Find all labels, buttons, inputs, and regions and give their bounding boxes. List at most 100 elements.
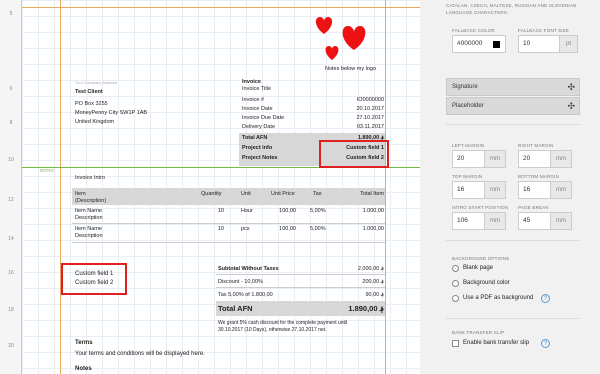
item-qty: 10 [217, 226, 224, 232]
help-icon[interactable]: ? [541, 294, 550, 303]
cash-discount-note: We grant 5% cash discount for the comple… [218, 320, 348, 326]
divider [446, 318, 580, 319]
invoice-canvas[interactable]: Notes below my logo Your Company Address… [22, 0, 420, 374]
col-tax: Tax [313, 191, 322, 197]
row-divider [72, 223, 385, 224]
project-info-label: Project info [242, 145, 273, 151]
radio-pdf-background[interactable] [452, 295, 459, 302]
meta-label: Delivery Date [242, 124, 276, 130]
items-header-row [72, 188, 385, 205]
client-address-line: United Kingdom [75, 119, 115, 125]
ruler-number: 5 [9, 11, 13, 17]
tax-label: Tax 5,00% of 1.800,00 [218, 292, 273, 298]
language-chars-note: CATALAN, CZECH, MALTESE, RUSSIAN AND SLO… [446, 3, 577, 8]
terms-text: Your terms and conditions will be displa… [75, 351, 205, 357]
client-address-line: PO Box 3255 [75, 101, 108, 107]
fallback-size-input[interactable]: 10 [518, 35, 560, 53]
placeholder-block[interactable]: Placeholder ✣ [446, 97, 580, 115]
discount-label: Discount - 10,00% [218, 279, 263, 285]
total-label: Total AFN [242, 135, 268, 141]
terms-title: Terms [75, 340, 93, 346]
item-name: Item Name [75, 208, 102, 214]
logo-notes: Notes below my logo [325, 66, 377, 72]
color-swatch[interactable] [493, 41, 500, 48]
ruler-number: 8 [9, 120, 13, 126]
col-item-sub: (Description) [75, 198, 107, 204]
divider [446, 240, 580, 241]
help-icon[interactable]: ? [541, 339, 550, 348]
fallback-color-value: #000000 [457, 40, 483, 47]
row-divider [72, 242, 385, 243]
signature-block[interactable]: Signature ✣ [446, 78, 580, 96]
bank-slip-label: BANK TRANSFER SLIP [452, 330, 505, 335]
ruler-number: 12 [8, 197, 14, 203]
divider [446, 124, 580, 125]
unit-mm: mm [551, 150, 572, 168]
bottom-margin-input[interactable]: 16 [518, 181, 551, 199]
item-price: 100,00 [279, 208, 296, 214]
subtotal-value: 2.000,00 ؋ [357, 266, 384, 272]
client-name: Test Client [75, 89, 103, 95]
row-divider [216, 287, 385, 288]
item-desc: Description [75, 233, 103, 239]
ruler-number: 18 [8, 307, 14, 313]
invoice-intro: Invoice Intro [75, 175, 105, 181]
meta-label: Invoice # [242, 97, 265, 103]
radio-label: Background color [463, 280, 510, 286]
invoice-title: Invoice [242, 79, 261, 85]
invoice-subtitle: Invoice Title [242, 86, 272, 92]
left-margin-guide[interactable] [60, 0, 61, 374]
radio-blank-page[interactable] [452, 265, 459, 272]
move-icon[interactable]: ✣ [567, 82, 575, 92]
hearts-logo-icon[interactable] [312, 12, 372, 64]
fallback-color-label: FALLBACK COLOR [452, 28, 495, 33]
bottom-margin-label: BOTTOM MARGIN [518, 174, 560, 179]
tax-value: 90,00 ؋ [365, 292, 384, 298]
discount-value: 200,00 ؋ [362, 279, 384, 285]
fallback-size-label: FALLBACK FONT SIZE [518, 28, 570, 33]
right-margin-guide[interactable] [385, 0, 386, 374]
radio-background-color[interactable] [452, 280, 459, 287]
intro-start-label: INTRO START POSITION [452, 205, 509, 210]
item-total: 1.000,00 [362, 208, 384, 214]
unit-pt: pt [560, 35, 578, 53]
right-margin-input[interactable]: 20 [518, 150, 551, 168]
ruler-number: 20 [8, 343, 14, 349]
intro-start-input[interactable]: 106 [452, 212, 485, 230]
language-chars-note: LANGUAGE CHARACTERS. [446, 10, 509, 15]
item-qty: 10 [217, 208, 224, 214]
project-notes-label: Project Notes [242, 155, 278, 161]
right-margin-label: RIGHT MARGIN [518, 143, 554, 148]
top-margin-input[interactable]: 16 [452, 181, 485, 199]
fallback-color-input[interactable]: #000000 [452, 35, 506, 53]
meta-label: Invoice Date [242, 106, 273, 112]
item-unit: Hour [241, 208, 253, 214]
bank-slip-checkbox[interactable] [452, 340, 459, 347]
move-icon[interactable]: ✣ [567, 101, 575, 111]
unit-mm: mm [485, 181, 506, 199]
meta-value: 27.10.2017 [356, 115, 384, 121]
background-options-label: BACKGROUND OPTIONS [452, 256, 510, 261]
highlight-box [319, 140, 389, 168]
radio-label: Use a PDF as background [463, 295, 534, 301]
top-margin-guide[interactable] [22, 7, 420, 8]
col-quantity: Quantity [201, 191, 222, 197]
meta-value: 20.10.2017 [356, 106, 384, 112]
checkbox-label: Enable bank transfer slip [463, 340, 530, 346]
subtotal-label: Subtotal Without Taxes [218, 266, 279, 272]
notes-title: Notes [75, 366, 92, 372]
unit-mm: mm [485, 212, 506, 230]
page-break-input[interactable]: 45 [518, 212, 551, 230]
left-margin-input[interactable]: 20 [452, 150, 485, 168]
item-total: 1.000,00 [362, 226, 384, 232]
col-unit-price: Unit Price [271, 191, 295, 197]
grand-total-label: Total AFN [218, 304, 253, 313]
unit-mm: mm [551, 181, 572, 199]
ruler-number: 6 [9, 86, 13, 92]
col-unit: Unit [241, 191, 251, 197]
item-desc: Description [75, 215, 103, 221]
highlight-box [61, 263, 127, 295]
intro-tag: INTRO [40, 168, 54, 173]
meta-value: IO0000000 [356, 97, 384, 103]
vertical-ruler: 5 6 8 10 12 14 16 18 20 [0, 0, 22, 374]
